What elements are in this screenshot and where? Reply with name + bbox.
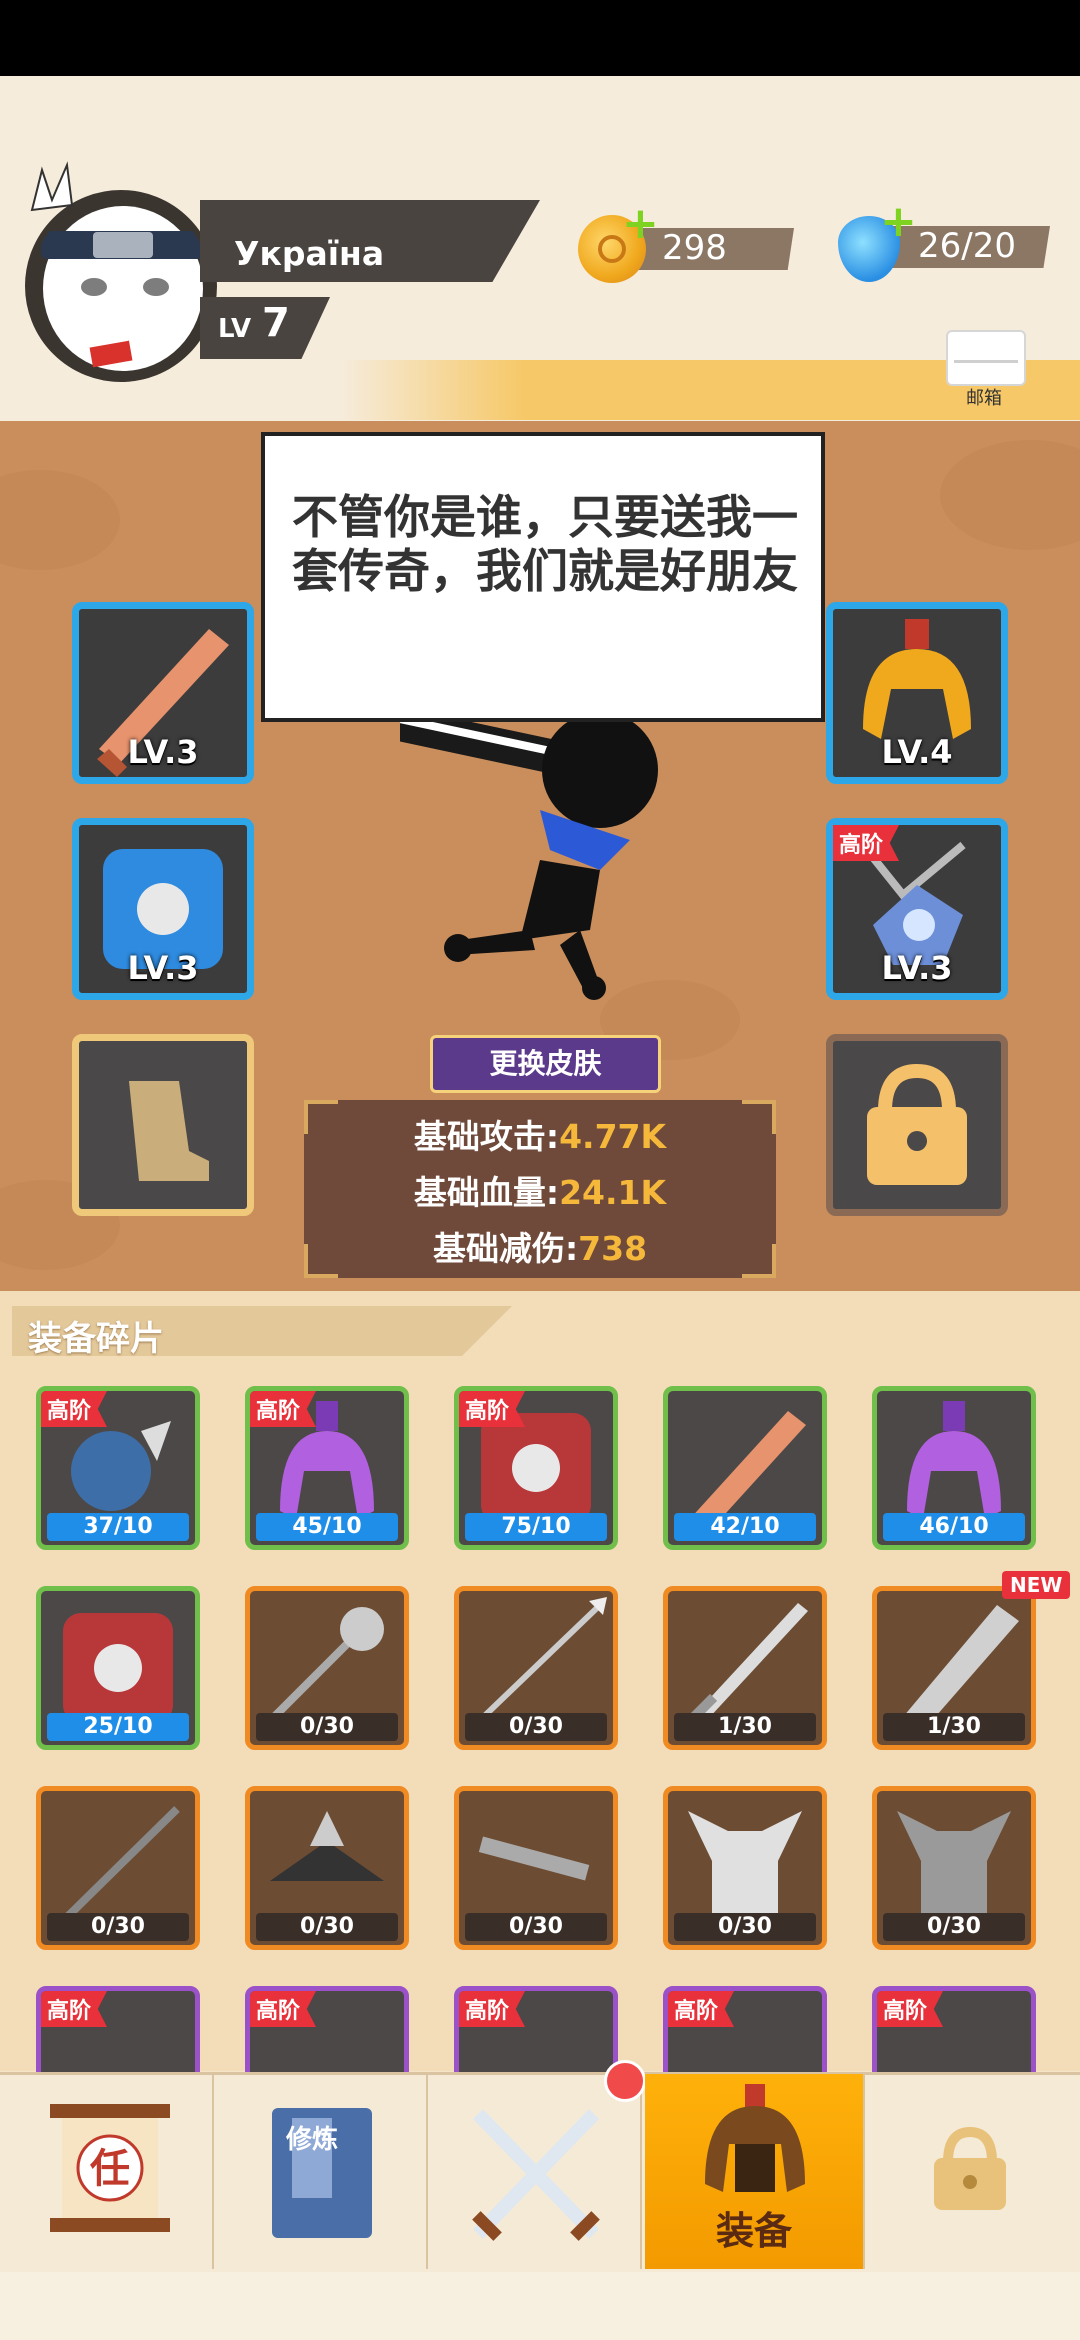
- avatar-eye-left: [81, 278, 107, 296]
- high-tier-tag: 高阶: [459, 1391, 526, 1427]
- weapon-level: LV.3: [127, 733, 199, 771]
- high-tier-tag: 高阶: [41, 1391, 108, 1427]
- stat-hp-label: 基础血量:: [413, 1173, 560, 1212]
- stat-defense-value: 738: [578, 1229, 648, 1268]
- status-bar: [0, 0, 1080, 76]
- armor-level: LV.3: [127, 949, 199, 987]
- tab-locked[interactable]: [866, 2074, 1080, 2269]
- mail-icon[interactable]: [946, 330, 1026, 386]
- fragment-count: 0/30: [47, 1913, 189, 1941]
- task-char: 任: [90, 2146, 130, 2192]
- avatar-headband-plate: [93, 232, 153, 258]
- boots-icon: [129, 1081, 209, 1181]
- hero-character: [400, 700, 658, 1000]
- fragment-count: 25/10: [47, 1713, 189, 1741]
- fragment-count: 45/10: [256, 1513, 398, 1541]
- fragment-item[interactable]: 0/30: [245, 1786, 409, 1950]
- bottom-strip: [0, 2272, 1080, 2340]
- fragment-item[interactable]: 0/30: [454, 1586, 618, 1750]
- fragment-count: 0/30: [674, 1913, 816, 1941]
- fragments-title: 装备碎片: [28, 1319, 164, 1359]
- stat-attack-label: 基础攻击:: [413, 1117, 560, 1156]
- fragment-item[interactable]: 46/10: [872, 1386, 1036, 1550]
- fragment-count: 0/30: [465, 1913, 607, 1941]
- stat-attack-value: 4.77K: [559, 1117, 667, 1156]
- stat-hp-value: 24.1K: [559, 1173, 667, 1212]
- fragment-count: 0/30: [256, 1713, 398, 1741]
- level-label: LV: [218, 314, 252, 344]
- new-badge: NEW: [1002, 1571, 1071, 1599]
- tab-battle[interactable]: [428, 2074, 642, 2269]
- boots-slot[interactable]: [72, 1034, 254, 1216]
- book-icon: 修炼: [272, 2108, 372, 2238]
- fragment-item[interactable]: 1/30: [663, 1586, 827, 1750]
- fragment-item[interactable]: 高阶 45/10: [245, 1386, 409, 1550]
- fragment-item[interactable]: 高阶 75/10: [454, 1386, 618, 1550]
- fragment-item[interactable]: 高阶 37/10: [36, 1386, 200, 1550]
- scroll-icon: 任: [50, 2104, 170, 2232]
- notification-dot: [604, 2060, 646, 2102]
- player-name: Україна: [234, 234, 385, 273]
- necklace-level: LV.3: [881, 949, 953, 987]
- lock-icon: [934, 2126, 1006, 2210]
- fragment-item[interactable]: 1/30: [872, 1586, 1036, 1750]
- fragment-count: 75/10: [465, 1513, 607, 1541]
- change-skin-button[interactable]: 更换皮肤: [430, 1035, 661, 1093]
- fragment-count: 42/10: [674, 1513, 816, 1541]
- add-coin-icon[interactable]: +: [622, 202, 659, 246]
- stat-defense-label: 基础减伤:: [432, 1229, 579, 1268]
- stat-hp: 基础血量:24.1K: [304, 1166, 776, 1214]
- coin-count: 298: [662, 228, 727, 268]
- high-tier-tag: 高阶: [459, 1991, 526, 2027]
- crossed-swords-icon: [472, 2109, 600, 2241]
- necklace-slot[interactable]: 高阶 LV.3: [826, 818, 1008, 1000]
- mail-label[interactable]: 邮箱: [966, 384, 1002, 410]
- cultivate-chars: 修炼: [285, 2124, 338, 2155]
- fragment-count: 1/30: [883, 1713, 1025, 1741]
- high-tier-tag: 高阶: [877, 1991, 944, 2027]
- fragment-item[interactable]: 0/30: [245, 1586, 409, 1750]
- tab-equipment-label: 装备: [715, 2209, 792, 2253]
- fragment-item[interactable]: 0/30: [36, 1786, 200, 1950]
- high-tier-tag: 高阶: [250, 1991, 317, 2027]
- tab-tasks[interactable]: 任: [0, 2074, 214, 2269]
- lock-icon: [867, 1063, 967, 1185]
- add-energy-icon[interactable]: +: [880, 200, 917, 244]
- high-tier-tag: 高阶: [833, 825, 900, 861]
- fragment-count: 0/30: [883, 1913, 1025, 1941]
- weapon-slot[interactable]: LV.3: [72, 602, 254, 784]
- locked-slot[interactable]: [826, 1034, 1008, 1216]
- tab-cultivate[interactable]: 修炼: [214, 2074, 428, 2269]
- player-level: 7: [262, 300, 290, 346]
- fragment-item[interactable]: 0/30: [454, 1786, 618, 1950]
- hair-tuft-icon: [30, 161, 74, 212]
- fragment-item[interactable]: 0/30: [872, 1786, 1036, 1950]
- fragment-count: 46/10: [883, 1513, 1025, 1541]
- fragment-count: 1/30: [674, 1713, 816, 1741]
- avatar-eye-right: [143, 278, 169, 296]
- high-tier-tag: 高阶: [668, 1991, 735, 2027]
- energy-count: 26/20: [918, 226, 1016, 266]
- fragment-item[interactable]: 42/10: [663, 1386, 827, 1550]
- high-tier-tag: 高阶: [41, 1991, 108, 2027]
- fragment-item[interactable]: 0/30: [663, 1786, 827, 1950]
- stat-defense: 基础减伤:738: [304, 1222, 776, 1270]
- fragment-count: 0/30: [256, 1913, 398, 1941]
- fragment-item[interactable]: 25/10: [36, 1586, 200, 1750]
- dialog-text: 不管你是谁，只要送我一套传奇，我们就是好朋友: [292, 490, 798, 598]
- fragment-count: 0/30: [465, 1713, 607, 1741]
- helmet-slot[interactable]: LV.4: [826, 602, 1008, 784]
- high-tier-tag: 高阶: [250, 1391, 317, 1427]
- tab-equipment[interactable]: 装备: [645, 2074, 865, 2269]
- armor-slot[interactable]: LV.3: [72, 818, 254, 1000]
- stat-attack: 基础攻击:4.77K: [304, 1110, 776, 1158]
- fragment-count: 37/10: [47, 1513, 189, 1541]
- helmet-icon: [705, 2084, 805, 2192]
- helmet-level: LV.4: [881, 733, 953, 771]
